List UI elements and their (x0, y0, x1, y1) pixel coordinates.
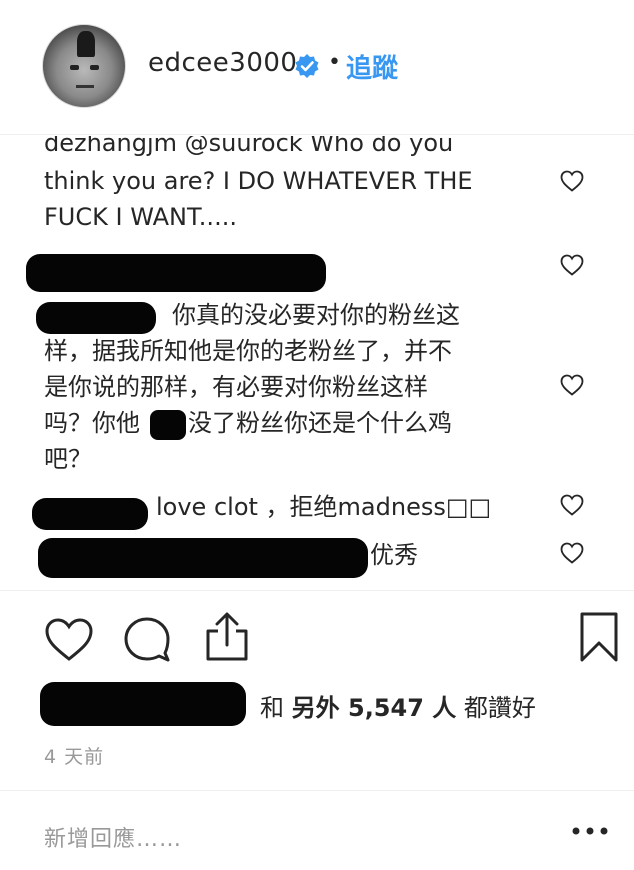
redacted-liker-names (40, 682, 246, 726)
comment-like-heart-icon[interactable] (560, 254, 584, 276)
likes-suffix: 都讚好 (463, 694, 536, 722)
avatar-eye (70, 65, 79, 70)
bookmark-icon[interactable] (578, 611, 620, 663)
comment-line: dezhangjm @suurock Who do you (44, 136, 454, 157)
comment-line: love clot ，拒绝madness□□ (156, 493, 492, 521)
avatar-mouth (76, 85, 94, 88)
comment-line: think you are? I DO WHATEVER THE (44, 167, 473, 195)
more-options-icon[interactable] (572, 827, 608, 835)
redacted-word (150, 410, 186, 440)
comment-line: FUCK I WANT..... (44, 203, 237, 231)
comment-like-heart-icon[interactable] (560, 374, 584, 396)
avatar-hair (77, 31, 95, 57)
comment-bubble-icon[interactable] (122, 615, 172, 663)
comment-line: 样，据我所知他是你的老粉丝了，并不 (44, 337, 452, 365)
add-comment-bar: 新增回應…… (0, 790, 634, 870)
redacted-comment (38, 538, 368, 578)
comment-line: 没了粉丝你还是个什么鸡 (188, 409, 452, 437)
verified-badge-icon (295, 54, 319, 78)
redacted-username (32, 498, 148, 530)
comment-line: 吧？ (44, 445, 92, 473)
comment-line: 优秀 (370, 541, 418, 569)
likes-count[interactable]: 另外 5,547 人 (292, 694, 457, 722)
separator-dot: • (328, 50, 341, 75)
comment-line: 是你说的那样，有必要对你粉丝这样 (44, 373, 428, 401)
comments-list: dezhangjm @suurock Who do you think you … (0, 136, 634, 588)
redacted-username (36, 302, 156, 334)
comment-like-heart-icon[interactable] (560, 542, 584, 564)
avatar[interactable] (42, 24, 126, 108)
share-upload-icon[interactable] (204, 611, 250, 663)
post-header: edcee3000 • 追蹤 (0, 0, 634, 135)
follow-button[interactable]: 追蹤 (346, 48, 398, 85)
avatar-eye (90, 65, 99, 70)
comment-line: 你真的没必要对你的粉丝这 (172, 301, 460, 329)
comment-like-heart-icon[interactable] (560, 494, 584, 516)
action-bar (0, 590, 634, 680)
likes-summary[interactable]: 和 另外 5,547 人 都讚好 (260, 688, 536, 723)
comment-like-heart-icon[interactable] (560, 170, 584, 192)
add-comment-input[interactable]: 新增回應…… (44, 821, 182, 853)
like-heart-icon[interactable] (44, 617, 94, 663)
comment-line: 吗？你他 (44, 409, 140, 437)
username[interactable]: edcee3000 (148, 48, 297, 78)
redacted-comment (26, 254, 326, 292)
likes-and: 和 (260, 694, 284, 722)
post-timestamp: 4 天前 (44, 746, 105, 768)
